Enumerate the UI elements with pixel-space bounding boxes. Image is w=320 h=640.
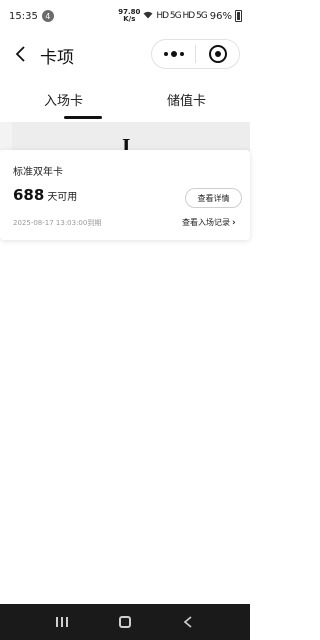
more-button[interactable] — [152, 40, 195, 68]
status-time: 15:35 — [9, 10, 38, 22]
more-dots-icon-right — [179, 52, 184, 56]
card-banner-image: I — [12, 122, 250, 152]
system-back-icon — [184, 616, 192, 628]
card-remaining-days: 688 天可用 — [13, 186, 77, 204]
network-speed: 97.80 K/s — [118, 9, 140, 23]
recent-apps-icon — [55, 617, 68, 627]
status-right: 97.80 K/s HD 5G HD 5G 96% — [118, 9, 242, 23]
signal-text: HD 5G HD 5G — [156, 11, 207, 21]
card-name: 标准双年卡 — [13, 167, 63, 178]
tab-entry-card[interactable]: 入场卡 — [44, 90, 83, 109]
back-button[interactable] — [12, 44, 30, 64]
battery-icon — [235, 10, 242, 22]
system-back-button[interactable] — [173, 610, 203, 634]
home-icon — [118, 616, 131, 628]
mini-program-capsule — [151, 39, 240, 69]
days-unit: 天可用 — [47, 192, 78, 203]
view-entry-records-link[interactable]: 查看入场记录 › — [182, 217, 236, 228]
active-tab-indicator — [64, 116, 102, 119]
notification-badge: 4 — [41, 10, 54, 22]
more-dots-icon — [163, 52, 168, 56]
net-speed-unit: K/s — [123, 15, 136, 23]
tab-stored-value-card[interactable]: 储值卡 — [167, 90, 206, 109]
nav-bar: 卡项 — [0, 32, 250, 76]
card-expiry: 2025-08-17 13:03:00到期 — [13, 219, 102, 227]
status-bar: 15:35 4 97.80 K/s HD 5G HD 5G 96% — [0, 0, 250, 32]
page-title: 卡项 — [40, 48, 74, 68]
wifi-icon — [143, 11, 153, 22]
home-button[interactable] — [110, 610, 140, 634]
chevron-right-icon: › — [232, 217, 236, 228]
target-circle-icon-dot — [214, 51, 221, 57]
more-dots-icon-center — [170, 51, 177, 57]
recent-apps-button[interactable] — [47, 610, 77, 634]
card-tabs: 入场卡 储值卡 — [0, 80, 250, 120]
system-navigation-bar — [0, 604, 250, 640]
close-mini-program-button[interactable] — [196, 40, 239, 68]
battery-percent: 96% — [209, 10, 232, 22]
membership-card[interactable]: 标准双年卡 688 天可用 2025-08-17 13:03:00到期 查看详情… — [0, 150, 250, 240]
view-details-button[interactable]: 查看详情 — [185, 188, 242, 208]
days-value: 688 — [13, 186, 45, 204]
record-link-label: 查看入场记录 — [182, 218, 230, 227]
target-circle-icon — [208, 45, 227, 63]
status-left: 15:35 4 — [9, 10, 54, 22]
chevron-left-icon — [15, 46, 25, 62]
